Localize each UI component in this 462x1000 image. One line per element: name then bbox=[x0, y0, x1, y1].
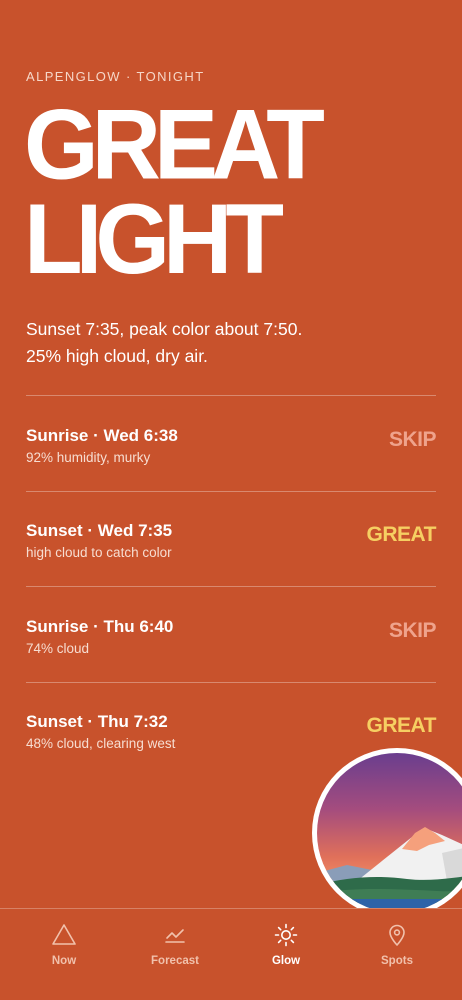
tab-label: Now bbox=[51, 955, 77, 967]
forecast-row-detail: 92% humidity, murky bbox=[26, 450, 151, 465]
alpenglow-mountain-icon bbox=[312, 748, 462, 918]
headline: GREAT LIGHT bbox=[24, 89, 325, 295]
location-pin-icon bbox=[389, 924, 405, 946]
forecast-row-detail: 74% cloud bbox=[26, 641, 90, 656]
forecast-row[interactable]: Sunset · Wed 7:35 high cloud to catch co… bbox=[26, 521, 437, 581]
forecast-row-title: Sunset · Wed 7:35 bbox=[26, 521, 173, 540]
verdict-badge: GREAT bbox=[366, 714, 437, 737]
summary-line-1: Sunset 7:35, peak color about 7:50. bbox=[26, 319, 303, 339]
tab-label: Forecast bbox=[151, 955, 199, 967]
forecast-row-detail: high cloud to catch color bbox=[26, 545, 172, 560]
tab-glow[interactable]: Glow bbox=[228, 909, 344, 1000]
eyebrow-label: ALPENGLOW · TONIGHT bbox=[26, 69, 205, 84]
sun-icon bbox=[274, 923, 298, 947]
divider bbox=[26, 682, 436, 683]
verdict-badge: SKIP bbox=[388, 619, 437, 642]
forecast-row-title: Sunrise · Thu 6:40 bbox=[26, 617, 174, 636]
summary: Sunset 7:35, peak color about 7:50. 25% … bbox=[26, 316, 436, 370]
triangle-icon bbox=[52, 924, 76, 945]
forecast-row-title: Sunset · Thu 7:32 bbox=[26, 712, 168, 731]
verdict-badge: SKIP bbox=[388, 428, 437, 451]
tab-label: Glow bbox=[271, 955, 301, 967]
tab-forecast[interactable]: Forecast bbox=[117, 909, 233, 1000]
verdict-badge: GREAT bbox=[366, 523, 437, 546]
forecast-row-title: Sunrise · Wed 6:38 bbox=[26, 426, 178, 445]
summary-line-2: 25% high cloud, dry air. bbox=[26, 346, 208, 366]
divider bbox=[26, 491, 436, 492]
forecast-row[interactable]: Sunrise · Thu 6:40 74% cloud SKIP bbox=[26, 617, 437, 677]
forecast-row-detail: 48% cloud, clearing west bbox=[26, 736, 176, 751]
divider bbox=[26, 395, 436, 396]
tab-bar: Now Forecast Glow Spots bbox=[0, 908, 462, 1000]
headline-line-2: LIGHT bbox=[24, 184, 284, 295]
headline-line-1: GREAT bbox=[24, 89, 325, 200]
chart-line-icon bbox=[165, 929, 185, 943]
divider bbox=[26, 586, 436, 587]
forecast-row[interactable]: Sunrise · Wed 6:38 92% humidity, murky S… bbox=[26, 426, 437, 486]
tab-now[interactable]: Now bbox=[6, 909, 122, 1000]
tab-label: Spots bbox=[381, 955, 413, 967]
tab-spots[interactable]: Spots bbox=[339, 909, 455, 1000]
